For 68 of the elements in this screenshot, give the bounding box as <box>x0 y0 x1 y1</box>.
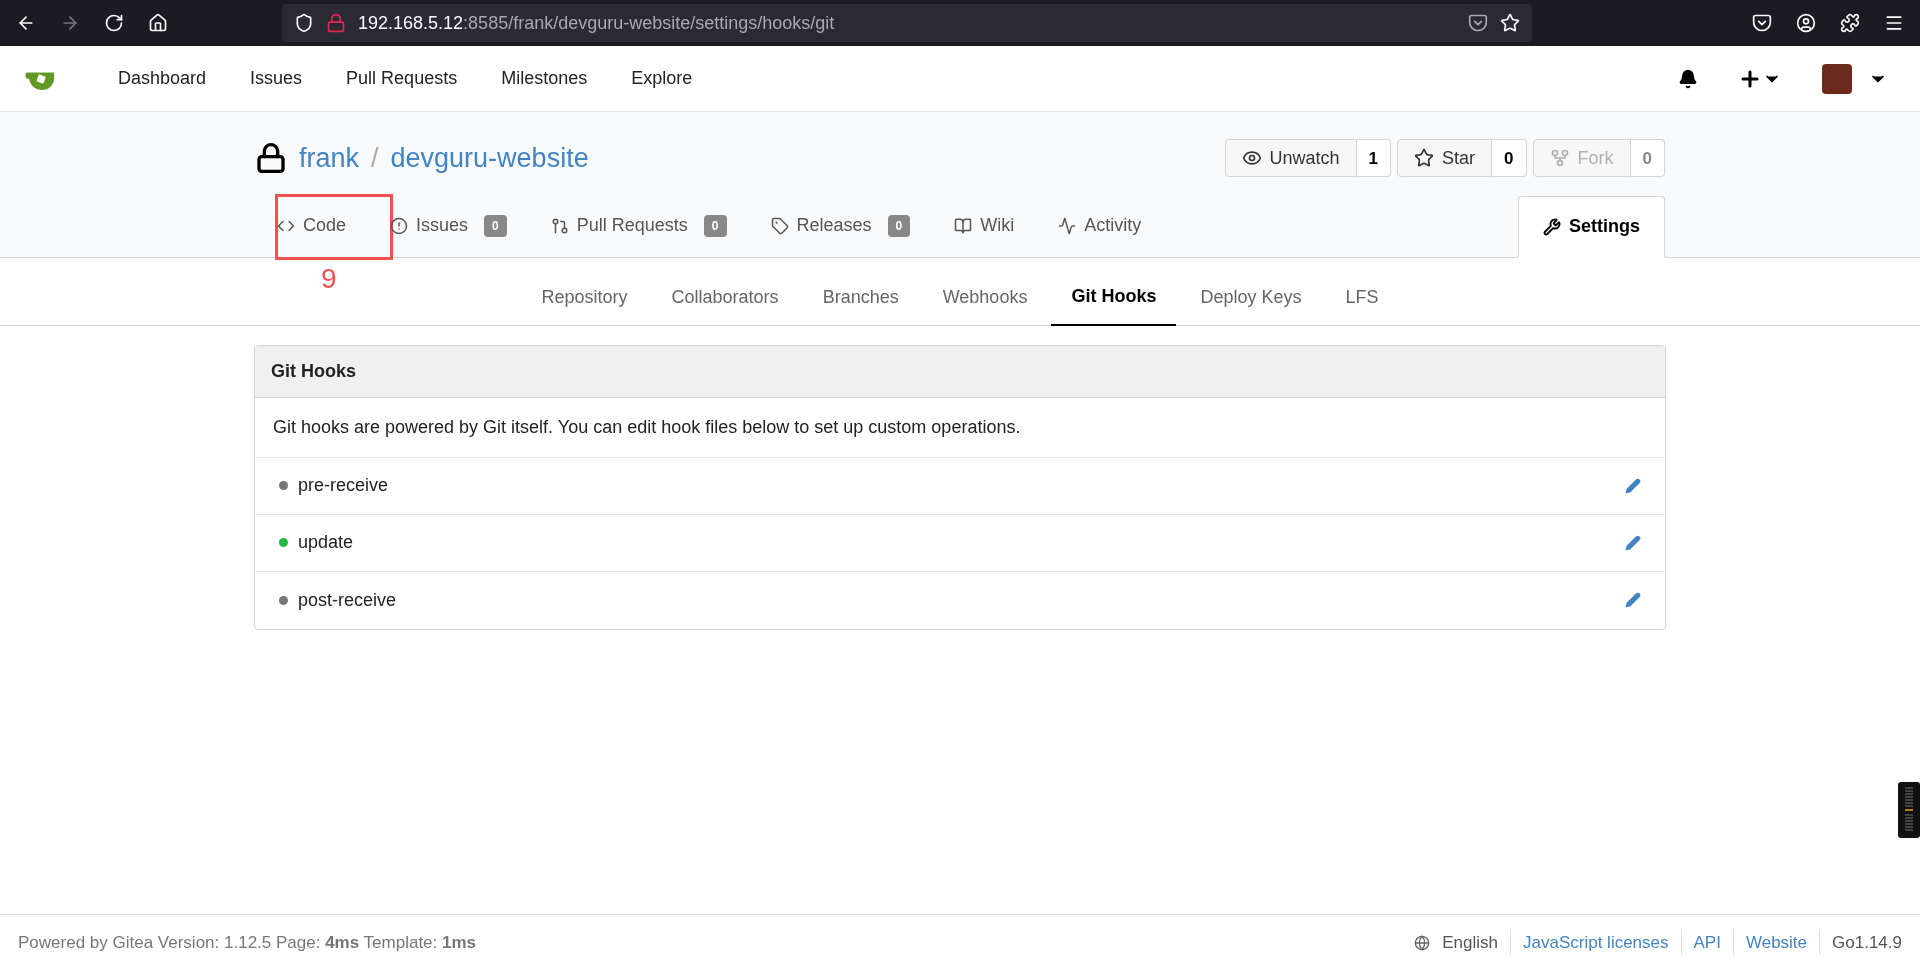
count-badge: 0 <box>703 214 727 237</box>
menu-icon[interactable] <box>1884 13 1904 33</box>
tools-icon <box>1543 217 1561 236</box>
bookmark-star-icon[interactable] <box>1500 13 1520 33</box>
count-badge: 0 <box>484 214 507 237</box>
bell-icon[interactable] <box>1678 68 1698 89</box>
nav-link[interactable]: Milestones <box>479 65 610 92</box>
repo-tab[interactable]: Activity <box>1036 194 1164 257</box>
repo-action-button[interactable]: Star <box>1397 139 1493 178</box>
edit-pencil-icon[interactable] <box>1625 534 1641 551</box>
reload-icon[interactable] <box>104 13 124 33</box>
nav-link[interactable]: Explore <box>609 65 715 92</box>
subnav-link[interactable]: Branches <box>802 269 919 326</box>
repo-tab[interactable]: Wiki <box>932 194 1037 257</box>
annotation-number: 9 <box>321 264 337 293</box>
avatar[interactable] <box>1822 63 1852 94</box>
pull-request-icon <box>550 216 569 235</box>
panel-header: Git Hooks <box>255 345 1665 398</box>
repo-tab[interactable]: Settings <box>1518 195 1665 258</box>
hook-name: pre-receive <box>298 474 389 497</box>
hook-name: post-receive <box>298 588 397 612</box>
tag-icon <box>770 216 789 235</box>
action-count: 1 <box>1356 139 1392 178</box>
pulse-icon <box>1058 216 1077 235</box>
subnav-link[interactable]: Repository <box>521 269 648 326</box>
subnav-link[interactable]: Collaborators <box>651 269 799 326</box>
action-count: 0 <box>1630 139 1665 178</box>
repo-action-button[interactable]: Unwatch <box>1224 139 1357 178</box>
fork-icon <box>1549 148 1570 169</box>
alert-circle-icon <box>390 216 409 235</box>
lock-icon <box>326 13 346 33</box>
action-count: 0 <box>1492 139 1527 178</box>
repo-tab[interactable]: Releases 0 <box>748 194 933 257</box>
home-icon[interactable] <box>148 13 168 33</box>
star-icon <box>1414 148 1435 169</box>
language-selector[interactable]: English <box>1442 929 1511 956</box>
subnav-link[interactable]: Webhooks <box>922 269 1048 326</box>
globe-icon[interactable] <box>1414 934 1431 951</box>
repo-tab[interactable]: Code <box>255 194 369 257</box>
repo-name-link[interactable]: devguru-website <box>390 138 589 179</box>
footer-link[interactable]: Website <box>1733 929 1821 956</box>
footer-info: Powered by Gitea Version: 1.12.5 Page: 4ms Template: 1ms <box>18 931 477 954</box>
book-icon <box>954 216 973 235</box>
address-bar[interactable]: 192.168.5.12:8585/frank/devguru-website/settings/hooks/git <box>282 4 1532 42</box>
side-slider-widget[interactable] <box>1898 782 1920 838</box>
count-badge: 0 <box>887 214 911 237</box>
hook-name: update <box>298 531 354 554</box>
go-version: Go1.14.9 <box>1831 931 1902 954</box>
nav-link[interactable]: Issues <box>228 65 325 92</box>
panel-description: Git hooks are powered by Git itself. You can edit hook files below to set up custom operations. <box>255 397 1665 458</box>
footer-link[interactable]: JavaScript licenses <box>1511 929 1682 956</box>
nav-link[interactable]: Pull Requests <box>324 65 480 92</box>
subnav-link[interactable]: LFS <box>1325 269 1399 326</box>
owner-link[interactable]: frank <box>299 138 360 179</box>
shield-icon <box>294 13 314 33</box>
account-icon[interactable] <box>1796 13 1816 33</box>
repo-tab[interactable]: Pull Requests 0 <box>528 194 749 257</box>
path-separator: / <box>371 142 379 175</box>
edit-pencil-icon[interactable] <box>1625 477 1641 494</box>
nav-link[interactable]: Dashboard <box>96 65 229 92</box>
pocket-icon[interactable] <box>1752 13 1772 33</box>
edit-pencil-icon[interactable] <box>1625 592 1641 608</box>
extensions-icon[interactable] <box>1840 13 1860 33</box>
subnav-link[interactable]: Deploy Keys <box>1180 269 1322 326</box>
url-text: 192.168.5.12:8585/frank/devguru-website/settings/hooks/git <box>358 11 835 35</box>
repo-tab[interactable]: Issues 0 <box>368 194 529 257</box>
footer-link[interactable]: API <box>1681 929 1734 956</box>
subnav-link[interactable]: Git Hooks <box>1051 269 1177 326</box>
